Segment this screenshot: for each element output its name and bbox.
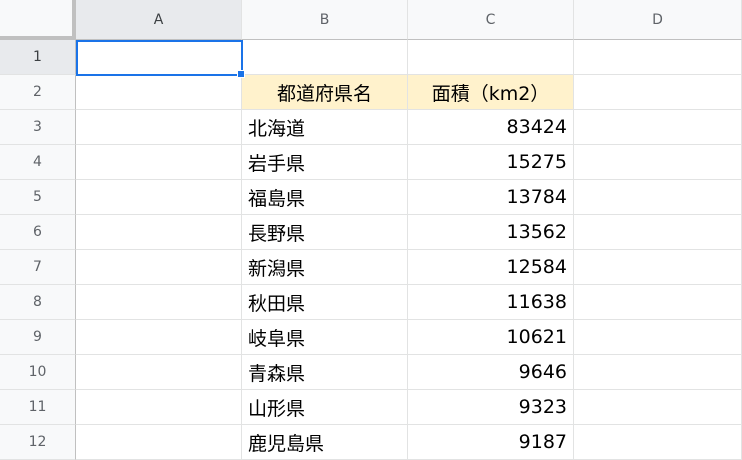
cell-a[interactable] [76,425,242,460]
row-header[interactable]: 2 [0,75,76,110]
cell-a[interactable] [76,110,242,145]
cell-c1[interactable] [408,40,574,75]
row-header[interactable]: 6 [0,215,76,250]
row-header[interactable]: 12 [0,425,76,460]
area-cell[interactable]: 12584 [408,250,574,285]
cell-d[interactable] [574,145,742,180]
cell-a2[interactable] [76,75,242,110]
area-cell[interactable]: 9187 [408,425,574,460]
cell-a1[interactable] [76,40,242,75]
cell-d[interactable] [574,320,742,355]
cell-d[interactable] [574,285,742,320]
area-cell[interactable]: 9646 [408,355,574,390]
row-header[interactable]: 3 [0,110,76,145]
area-cell[interactable]: 13562 [408,215,574,250]
area-cell[interactable]: 11638 [408,285,574,320]
row-header[interactable]: 7 [0,250,76,285]
cell-a[interactable] [76,285,242,320]
prefecture-cell[interactable]: 岐阜県 [242,320,408,355]
cell-d[interactable] [574,355,742,390]
cell-d2[interactable] [574,75,742,110]
cell-a[interactable] [76,320,242,355]
cell-a[interactable] [76,180,242,215]
cell-d[interactable] [574,425,742,460]
column-header-d[interactable]: D [574,0,742,40]
area-cell[interactable]: 9323 [408,390,574,425]
cell-d[interactable] [574,215,742,250]
cell-a[interactable] [76,215,242,250]
area-cell[interactable]: 15275 [408,145,574,180]
row-header[interactable]: 5 [0,180,76,215]
prefecture-cell[interactable]: 長野県 [242,215,408,250]
row-header[interactable]: 4 [0,145,76,180]
column-header-b[interactable]: B [242,0,408,40]
select-all-corner[interactable] [0,0,76,40]
prefecture-cell[interactable]: 鹿児島県 [242,425,408,460]
prefecture-cell[interactable]: 福島県 [242,180,408,215]
column-header-a[interactable]: A [76,0,242,40]
fill-handle[interactable] [237,70,245,78]
prefecture-cell[interactable]: 北海道 [242,110,408,145]
cell-d[interactable] [574,180,742,215]
row-header[interactable]: 1 [0,40,76,75]
prefecture-cell[interactable]: 岩手県 [242,145,408,180]
table-header-area[interactable]: 面積（km2） [408,75,574,110]
cell-a[interactable] [76,145,242,180]
cell-a[interactable] [76,250,242,285]
cell-a[interactable] [76,355,242,390]
cell-d[interactable] [574,110,742,145]
cell-d[interactable] [574,390,742,425]
cell-d[interactable] [574,250,742,285]
prefecture-cell[interactable]: 青森県 [242,355,408,390]
area-cell[interactable]: 10621 [408,320,574,355]
row-header[interactable]: 11 [0,390,76,425]
row-header[interactable]: 9 [0,320,76,355]
cell-d1[interactable] [574,40,742,75]
table-header-prefecture[interactable]: 都道府県名 [242,75,408,110]
spreadsheet-grid: A B C D 1 2 都道府県名 面積（km2） 3 北海道 83424 4 … [0,0,742,460]
cell-a[interactable] [76,390,242,425]
prefecture-cell[interactable]: 秋田県 [242,285,408,320]
row-header[interactable]: 10 [0,355,76,390]
column-header-c[interactable]: C [408,0,574,40]
row-header[interactable]: 8 [0,285,76,320]
area-cell[interactable]: 13784 [408,180,574,215]
prefecture-cell[interactable]: 山形県 [242,390,408,425]
prefecture-cell[interactable]: 新潟県 [242,250,408,285]
area-cell[interactable]: 83424 [408,110,574,145]
cell-b1[interactable] [242,40,408,75]
